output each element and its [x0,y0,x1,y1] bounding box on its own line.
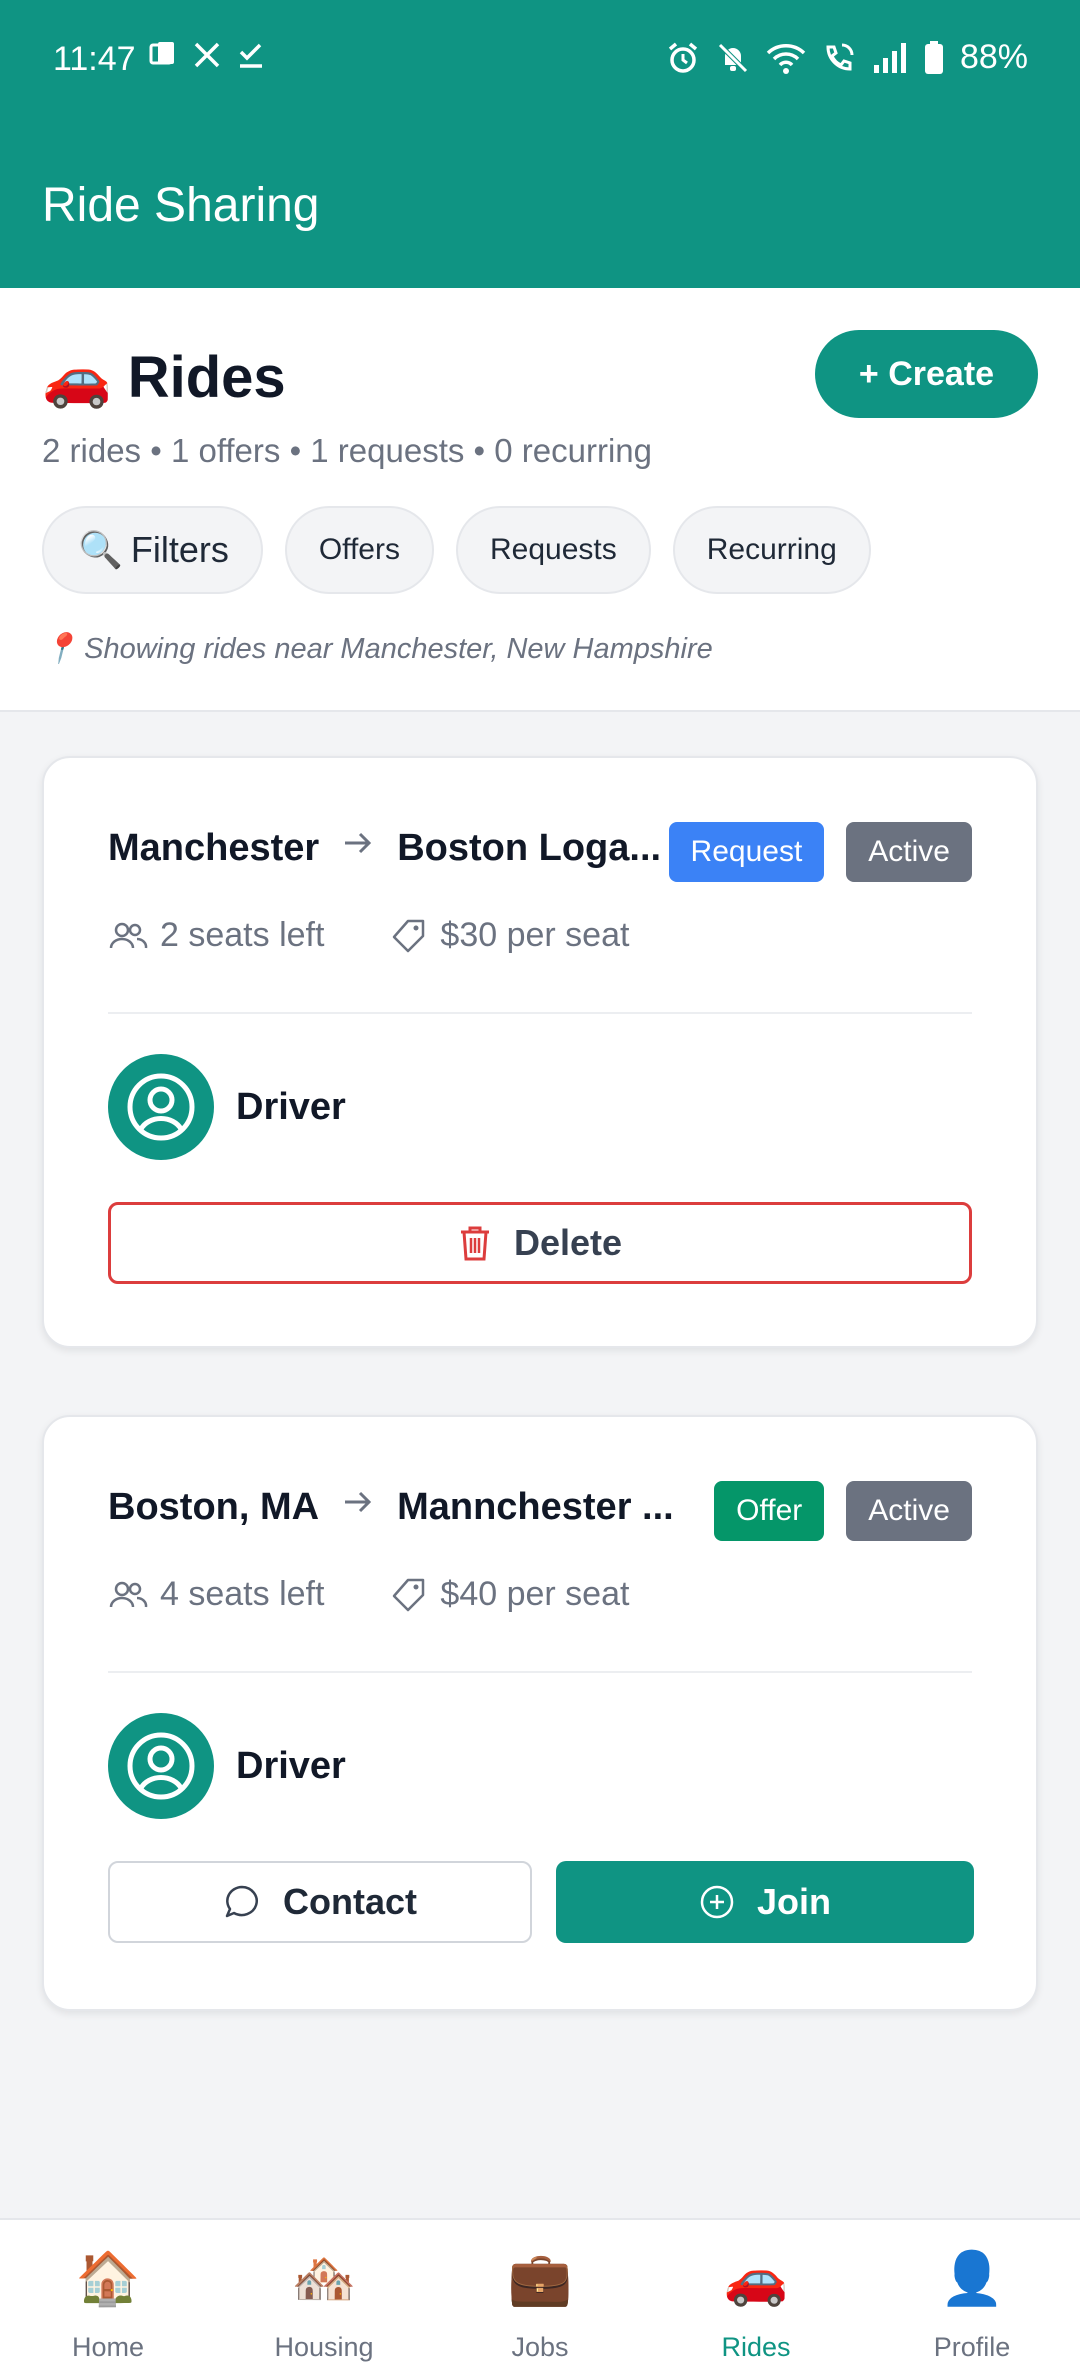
delete-button[interactable]: Delete [108,1202,972,1284]
delete-label: Delete [513,1222,623,1263]
app-bar: 11:47 88% Ride Sharing [0,0,1080,288]
rides-summary: 2 rides • 1 offers • 1 requests • 0 recu… [42,432,653,469]
driver-label: Driver [236,1744,346,1787]
cast-icon [149,42,174,65]
filters-label: Filters [130,529,229,570]
contact-label: Contact [283,1881,417,1922]
ride-card[interactable]: Manchester Boston Loga... Request Active… [42,756,1038,1348]
users-icon [109,922,148,948]
price-tag-icon [393,1578,425,1611]
checkmark-icon [239,43,262,68]
filter-chips: 🔍 Filters Offers Requests Recurring [42,506,871,594]
nav-label: Jobs [511,2332,569,2362]
ride-badges: Offer Active [714,1481,972,1541]
person-icon: 👤 [939,2250,1005,2308]
filters-chip[interactable]: 🔍 Filters [42,506,263,594]
alarm-icon [668,42,698,73]
status-bar: 11:47 88% [0,0,1080,120]
nav-profile[interactable]: 👤 Profile [864,2220,1080,2376]
route-destination: Boston Loga... [397,826,662,869]
price-per-seat: $40 per seat [440,1575,630,1613]
arrow-right-icon [341,826,375,870]
mute-bell-icon [718,42,748,73]
type-badge: Offer [714,1481,825,1541]
nav-label: Profile [933,2332,1011,2362]
driver-info: Driver [108,1054,346,1160]
car-icon: 🚗 [42,345,112,409]
x-logo-icon [194,42,220,68]
nav-label: Housing [274,2332,374,2362]
search-icon: 🔍 [78,529,123,570]
ride-card[interactable]: Boston, MA Mannchester ... Offer Active … [42,1415,1038,2011]
signal-icon [873,42,906,73]
plus-circle-icon [700,1885,734,1919]
nav-rides[interactable]: 🚗 Rides [648,2220,864,2376]
location-note: 📍 Showing rides near Manchester, New Ham… [42,632,713,666]
status-badge: Active [846,1481,972,1541]
divider [108,1012,972,1014]
join-button[interactable]: Join [556,1861,974,1943]
route-origin: Manchester [108,826,320,869]
wifi-icon [766,43,806,74]
bottom-navigation: 🏠 Home 🏘️ Housing 💼 Jobs 🚗 Rides 👤 Profi… [0,2218,1080,2376]
status-time: 11:47 [53,40,136,78]
user-circle-icon [127,1732,195,1800]
app-title: Ride Sharing [42,179,320,232]
seats-left: 2 seats left [160,916,325,954]
price-tag-icon [393,919,425,952]
battery-icon [924,40,943,74]
driver-label: Driver [236,1085,346,1128]
chip-recurring[interactable]: Recurring [672,506,871,594]
route-origin: Boston, MA [108,1485,320,1528]
arrow-right-icon [341,1485,375,1529]
status-badge: Active [846,822,972,882]
chip-requests[interactable]: Requests [455,506,651,594]
chip-offers[interactable]: Offers [284,506,434,594]
nav-jobs[interactable]: 💼 Jobs [432,2220,648,2376]
chat-bubble-icon [225,1885,258,1918]
ride-route: Boston, MA Mannchester ... [108,1485,674,1529]
nav-label: Home [71,2332,145,2362]
houses-icon: 🏘️ [291,2250,357,2308]
divider [108,1671,972,1673]
ride-meta: 4 seats left $40 per seat [108,1575,629,1614]
price-per-seat: $30 per seat [440,916,630,954]
ride-route: Manchester Boston Loga... [108,826,661,870]
notification-icons [148,40,266,70]
driver-info: Driver [108,1713,346,1819]
location-text: Showing rides near Manchester, New Hamps… [84,632,713,665]
pin-icon: 📍 [42,633,79,665]
users-icon [109,1581,148,1607]
page-title: 🚗 Rides [42,344,286,411]
create-button[interactable]: + Create [815,330,1038,418]
ride-meta: 2 seats left $30 per seat [108,916,629,955]
join-label: Join [756,1881,831,1922]
wifi-calling-icon [826,43,854,71]
nav-home[interactable]: 🏠 Home [0,2220,216,2376]
car-icon: 🚗 [723,2250,789,2308]
system-status-icons: 88% [666,38,1028,77]
contact-button[interactable]: Contact [108,1861,532,1943]
rides-header: 🚗 Rides + Create 2 rides • 1 offers • 1 … [0,288,1080,712]
home-icon: 🏠 [75,2250,141,2308]
route-destination: Mannchester ... [397,1485,674,1528]
seats-left: 4 seats left [160,1575,325,1613]
battery-percentage: 88% [959,38,1028,76]
page-title-text: Rides [127,345,286,410]
briefcase-icon: 💼 [507,2250,573,2308]
avatar [108,1054,214,1160]
type-badge: Request [668,822,825,882]
avatar [108,1713,214,1819]
user-circle-icon [127,1073,195,1141]
trash-icon [460,1226,489,1261]
nav-housing[interactable]: 🏘️ Housing [216,2220,432,2376]
ride-badges: Request Active [668,822,972,882]
nav-label: Rides [721,2332,791,2362]
